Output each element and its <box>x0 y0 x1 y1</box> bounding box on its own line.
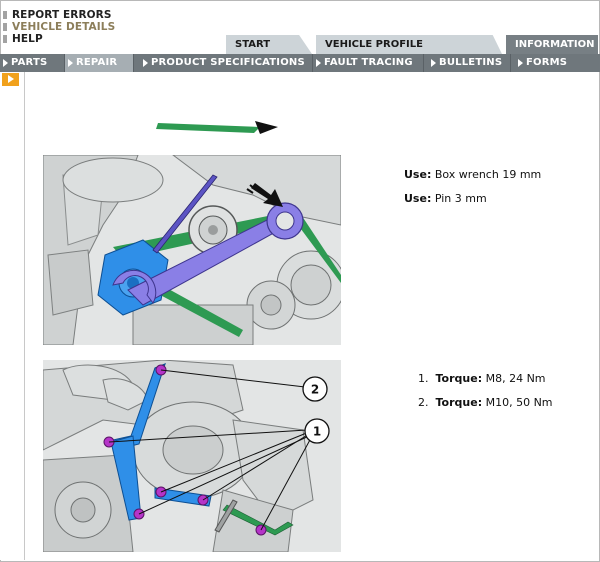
callout-1-label: 1 <box>313 425 321 439</box>
tab-start[interactable]: START <box>226 35 312 54</box>
torque-spec-2-number: 2. <box>418 396 429 409</box>
tool-spec-2-value: Pin 3 mm <box>434 192 487 205</box>
nav-fault-tracing[interactable]: FAULT TRACING <box>313 54 423 72</box>
tool-spec-1-value: Box wrench 19 mm <box>434 168 542 181</box>
nav-forms[interactable]: FORMS <box>515 54 595 72</box>
nav-parts[interactable]: PARTS <box>0 54 64 72</box>
expand-panel-button[interactable] <box>2 73 19 86</box>
torque-spec-2: 2. Torque: M10, 50 Nm <box>418 396 553 409</box>
nav-divider <box>423 54 424 72</box>
utility-menu: REPORT ERRORS VEHICLE DETAILS HELP <box>3 9 115 45</box>
torque-spec-1-label: Torque: <box>435 372 483 385</box>
vehicle-details-label: VEHICLE DETAILS <box>12 21 116 33</box>
triangle-right-icon <box>431 59 436 67</box>
nav-bulletins[interactable]: BULLETINS <box>428 54 510 72</box>
torque-spec-1: 1. Torque: M8, 24 Nm <box>418 372 546 385</box>
nav-forms-label: FORMS <box>526 57 568 68</box>
nav-bulletins-label: BULLETINS <box>439 57 503 68</box>
tab-information[interactable]: INFORMATION <box>506 35 598 54</box>
help-label: HELP <box>12 33 43 45</box>
vehicle-details-link[interactable]: VEHICLE DETAILS <box>3 21 115 33</box>
nav-divider <box>133 54 134 72</box>
nav-divider <box>510 54 511 72</box>
tool-spec-1: Use: Box wrench 19 mm <box>404 168 541 181</box>
side-panel <box>0 72 25 560</box>
engine-diagram <box>43 155 341 345</box>
report-errors-link[interactable]: REPORT ERRORS <box>3 9 115 21</box>
tool-spec-2: Use: Pin 3 mm <box>404 192 487 205</box>
triangle-right-icon <box>3 59 8 67</box>
help-link[interactable]: HELP <box>3 33 115 45</box>
report-errors-label: REPORT ERRORS <box>12 9 112 21</box>
nav-repair-label: REPAIR <box>76 57 118 68</box>
tool-spec-2-label: Use: <box>404 192 432 205</box>
triangle-right-icon <box>8 75 14 83</box>
engine-bracket-diagram <box>43 360 341 552</box>
torque-spec-1-number: 1. <box>418 372 429 385</box>
nav-fault-tracing-label: FAULT TRACING <box>324 57 413 68</box>
nav-parts-label: PARTS <box>11 57 48 68</box>
torque-spec-2-label: Torque: <box>435 396 483 409</box>
nav-repair[interactable]: REPAIR <box>65 54 133 72</box>
previous-illustration-fragment <box>156 121 278 134</box>
triangle-right-icon <box>68 59 73 67</box>
grip-icon <box>3 23 7 31</box>
nav-product-specifications[interactable]: PRODUCT SPECIFICATIONS <box>140 54 312 72</box>
tool-spec-1-label: Use: <box>404 168 432 181</box>
callout-1-marker: 1 <box>304 418 330 444</box>
torque-spec-1-value: M8, 24 Nm <box>485 372 546 385</box>
callout-2-label: 2 <box>311 383 319 397</box>
grip-icon <box>3 35 7 43</box>
nav-product-specifications-label: PRODUCT SPECIFICATIONS <box>151 57 305 68</box>
triangle-right-icon <box>518 59 523 67</box>
torque-spec-2-value: M10, 50 Nm <box>485 396 553 409</box>
tensioner-wrench-illustration <box>43 155 341 345</box>
tab-vehicle-profile[interactable]: VEHICLE PROFILE <box>316 35 502 54</box>
callout-2-marker: 2 <box>302 376 328 402</box>
bracket-bolts-illustration <box>43 360 341 552</box>
grip-icon <box>3 11 7 19</box>
triangle-right-icon <box>316 59 321 67</box>
triangle-right-icon <box>143 59 148 67</box>
main-nav: PARTS REPAIR PRODUCT SPECIFICATIONS FAUL… <box>0 54 600 72</box>
